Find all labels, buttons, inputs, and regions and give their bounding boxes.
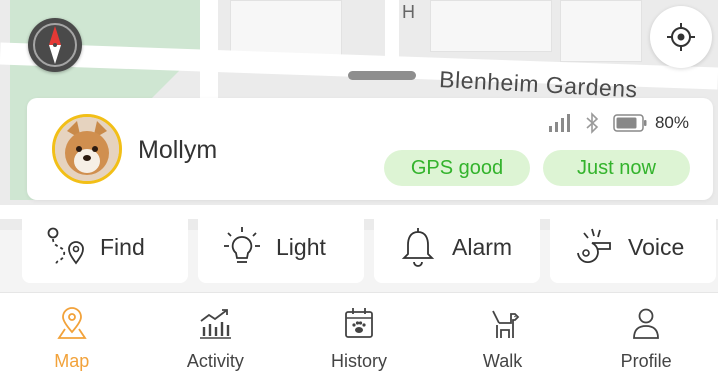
last-update-badge: Just now	[543, 150, 690, 186]
bell-icon	[401, 228, 435, 267]
calendar-paw-icon	[345, 308, 373, 338]
battery-icon	[613, 114, 647, 132]
tab-map[interactable]: Map	[0, 293, 144, 381]
alarm-button[interactable]: Alarm	[374, 211, 540, 283]
sheet-drag-handle[interactable]	[348, 71, 416, 80]
map-building	[230, 0, 342, 57]
map-road	[385, 0, 399, 70]
locate-me-button[interactable]	[650, 6, 712, 68]
compass-button[interactable]	[28, 18, 82, 72]
find-button[interactable]: Find	[22, 211, 188, 283]
bottom-tab-bar: Map Activity History Walk Profile	[0, 293, 718, 381]
map-pin-icon	[57, 307, 87, 339]
tab-map-label: Map	[54, 351, 90, 371]
activity-chart-icon	[200, 309, 232, 339]
person-icon	[633, 308, 660, 339]
pet-name: Mollym	[138, 136, 218, 164]
find-label: Find	[100, 233, 145, 260]
map-road	[200, 0, 218, 100]
route-pin-icon	[47, 227, 84, 266]
light-label: Light	[276, 233, 326, 260]
dog-avatar-icon	[55, 117, 119, 181]
quick-actions: Find Light Alarm Voice	[22, 211, 718, 283]
gps-status-badge: GPS good	[384, 150, 530, 186]
bluetooth-icon	[586, 112, 599, 134]
map-building	[560, 0, 642, 62]
whistle-icon	[577, 228, 611, 264]
signal-icon	[548, 114, 570, 132]
tab-walk-label: Walk	[482, 351, 523, 371]
device-status-row: 80%	[548, 112, 689, 134]
alarm-label: Alarm	[452, 233, 513, 260]
dog-walk-icon	[491, 310, 519, 338]
voice-button[interactable]: Voice	[550, 211, 716, 283]
pet-status-card[interactable]: Mollym 80% GPS good Just now	[27, 98, 713, 200]
lightbulb-icon	[224, 227, 260, 263]
tab-activity[interactable]: Activity	[144, 293, 288, 381]
pet-avatar[interactable]	[52, 114, 122, 184]
map-building	[430, 0, 552, 52]
light-button[interactable]: Light	[198, 211, 364, 283]
tab-profile[interactable]: Profile	[574, 293, 718, 381]
tab-profile-label: Profile	[620, 351, 672, 371]
battery-percent: 80%	[654, 113, 689, 132]
compass-icon	[33, 23, 77, 67]
map-marker: H	[402, 2, 415, 22]
crosshair-icon	[667, 23, 695, 51]
tab-history-label: History	[330, 351, 387, 371]
tab-walk[interactable]: Walk	[431, 293, 575, 381]
voice-label: Voice	[628, 233, 685, 260]
tab-activity-label: Activity	[186, 351, 244, 371]
tab-history[interactable]: History	[287, 293, 431, 381]
